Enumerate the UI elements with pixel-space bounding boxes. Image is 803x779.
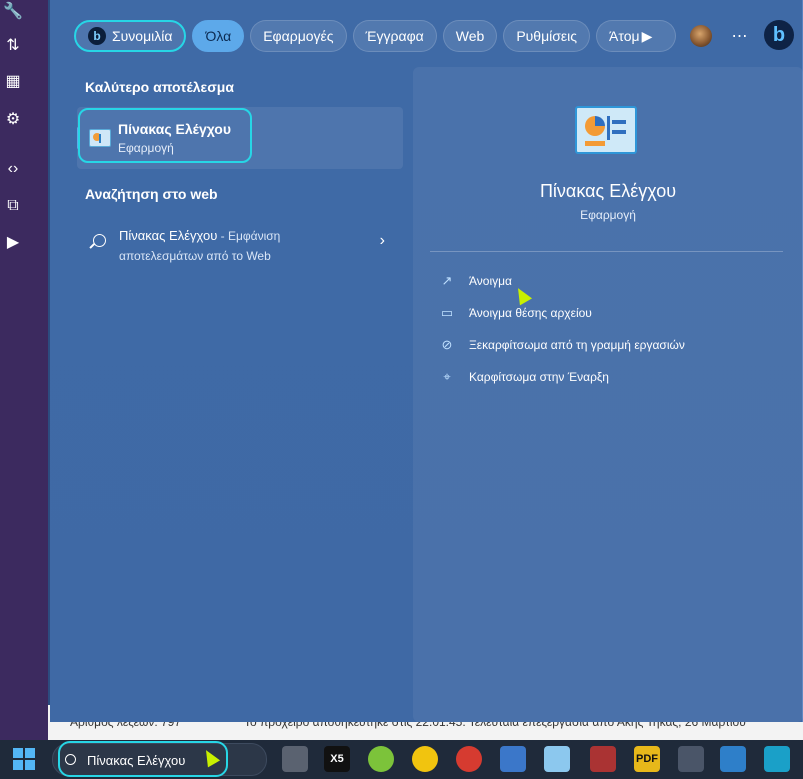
control-panel-icon <box>89 129 111 147</box>
chevron-right-icon[interactable]: › <box>380 232 385 250</box>
video-app-icon[interactable] <box>590 746 616 772</box>
play-circle-icon[interactable]: ▶ <box>2 231 24 253</box>
more-tabs-play-icon[interactable]: ▶ <box>635 22 659 50</box>
taskbar: Πίνακας Ελέγχου X5 PDF <box>0 740 803 779</box>
search-icon <box>65 754 76 765</box>
web-result-text: Πίνακας Ελέγχου - Εμφάνιση αποτελεσμάτων… <box>119 226 359 266</box>
action-open-label: Άνοιγμα <box>469 274 512 288</box>
start-search-panel: b Συνομιλία Όλα Εφαρμογές Έγγραφα Web Ρυ… <box>50 0 803 722</box>
tab-web[interactable]: Web <box>442 20 498 52</box>
control-panel-app-icon[interactable] <box>544 746 570 772</box>
web-result-title: Πίνακας Ελέγχου <box>119 228 218 243</box>
folder-icon: ▭ <box>440 305 454 320</box>
detail-app-name: Πίνακας Ελέγχου <box>539 181 677 201</box>
action-open-file-location[interactable]: ▭ Άνοιγμα θέσης αρχείου <box>439 302 592 324</box>
web-search-result[interactable]: Πίνακας Ελέγχου - Εμφάνιση αποτελεσμάτων… <box>77 218 403 268</box>
taskbar-search-input[interactable]: Πίνακας Ελέγχου <box>87 753 185 768</box>
action-unpin-taskbar-label: Ξεκαρφίτσωμα από τη γραμμή εργασιών <box>469 338 685 352</box>
action-open-file-location-label: Άνοιγμα θέσης αρχείου <box>469 306 592 320</box>
code-file-icon[interactable]: ‹› <box>2 158 24 180</box>
gear-icon[interactable]: ⚙ <box>2 108 24 130</box>
image-copy-icon[interactable]: ⧉ <box>2 195 24 217</box>
more-options-icon[interactable]: ⋯ <box>728 22 752 50</box>
web-search-heading: Αναζήτηση στο web <box>85 186 218 202</box>
user-avatar[interactable] <box>690 25 712 47</box>
divider <box>430 251 783 252</box>
open-external-icon: ↗ <box>441 273 453 288</box>
calculator-app-icon[interactable] <box>678 746 704 772</box>
control-panel-large-icon <box>575 106 637 154</box>
action-open[interactable]: ↗ Άνοιγμα <box>439 270 512 292</box>
copilot-chat-label: Συνομιλία <box>112 28 173 44</box>
best-match-type: Εφαρμογή <box>118 141 174 155</box>
desktop-app-icon[interactable] <box>764 746 790 772</box>
action-pin-start[interactable]: ⌖ Καρφίτσωμα στην Έναρξη <box>439 366 609 388</box>
task-view-icon[interactable] <box>282 746 308 772</box>
windows-start-button[interactable] <box>13 748 35 770</box>
tab-apps[interactable]: Εφαρμογές <box>250 20 347 52</box>
copilot-logo-icon: b <box>88 27 106 45</box>
search-icon <box>93 234 106 247</box>
x5-app-icon[interactable]: X5 <box>324 746 350 772</box>
taskbar-search-box[interactable]: Πίνακας Ελέγχου <box>52 741 267 777</box>
detail-app-type: Εφαρμογή <box>580 208 636 222</box>
tab-documents[interactable]: Έγγραφα <box>352 20 437 52</box>
network-app-icon[interactable] <box>500 746 526 772</box>
recycle-app-icon[interactable] <box>368 746 394 772</box>
monitor-graph-app-icon[interactable] <box>720 746 746 772</box>
copilot-chat-tab[interactable]: b Συνομιλία <box>74 20 187 52</box>
background-app-sidebar: 🔧 ⇅ ▦ ⚙ ‹› ⧉ ▶ <box>0 0 48 740</box>
wrench-icon[interactable]: 🔧 <box>2 0 24 22</box>
result-detail-pane: Πίνακας Ελέγχου Εφαρμογή ↗ Άνοιγμα ▭ Άνο… <box>413 67 803 722</box>
bing-icon[interactable]: b <box>764 20 794 50</box>
tab-all[interactable]: Όλα <box>192 20 245 52</box>
power-app-icon[interactable] <box>412 746 438 772</box>
action-unpin-taskbar[interactable]: ⊘ Ξεκαρφίτσωμα από τη γραμμή εργασιών <box>439 334 685 356</box>
action-pin-start-label: Καρφίτσωμα στην Έναρξη <box>469 370 609 384</box>
unpin-icon: ⊘ <box>441 337 453 352</box>
search-filter-tabs: b Συνομιλία Όλα Εφαρμογές Έγγραφα Web Ρυ… <box>74 19 677 53</box>
best-match-result[interactable]: Πίνακας Ελέγχου Εφαρμογή <box>77 107 403 169</box>
shutdown-app-icon[interactable] <box>456 746 482 772</box>
pdf-app-icon[interactable]: PDF <box>634 746 660 772</box>
tab-settings[interactable]: Ρυθμίσεις <box>503 20 591 52</box>
best-match-heading: Καλύτερο αποτέλεσμα <box>85 79 234 95</box>
pin-icon: ⌖ <box>443 369 451 384</box>
best-match-name: Πίνακας Ελέγχου <box>118 121 231 137</box>
table-icon[interactable]: ▦ <box>2 70 24 92</box>
sort-icon[interactable]: ⇅ <box>2 34 24 56</box>
